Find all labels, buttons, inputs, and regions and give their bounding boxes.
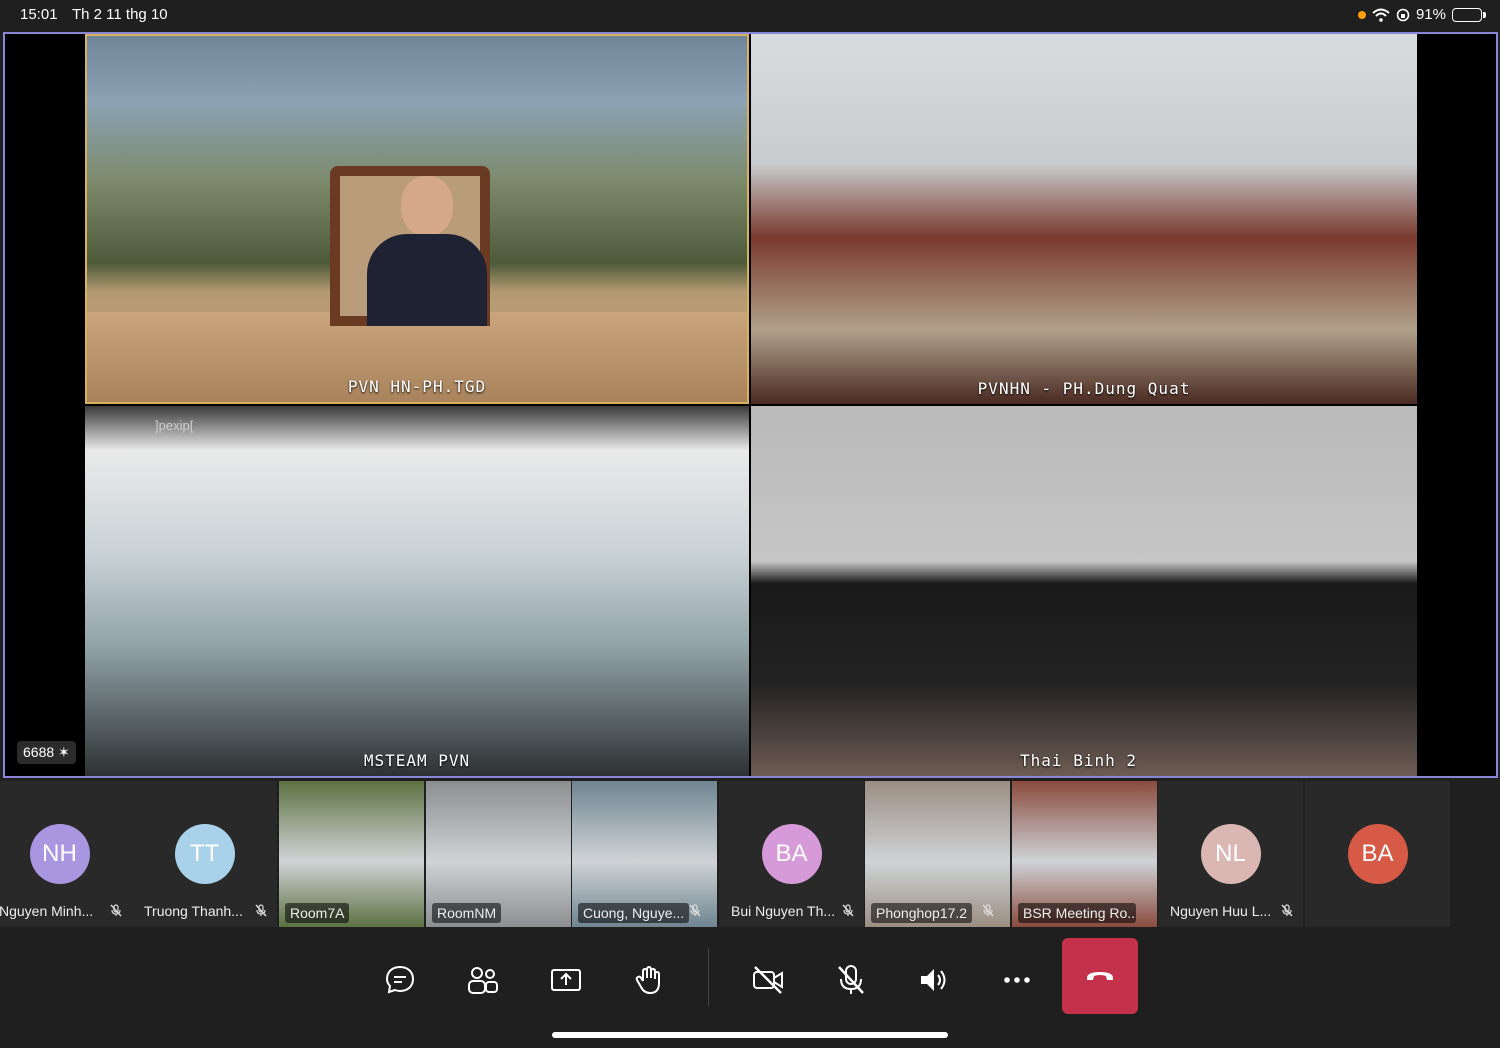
call-toolbar bbox=[0, 930, 1500, 1048]
video-tile-dung-quat[interactable]: PVNHN - PH.Dung Quat bbox=[751, 34, 1417, 404]
participant-name: Cuong, Nguye... bbox=[578, 903, 690, 923]
participant-tile[interactable]: NL Nguyen Huu L... bbox=[1158, 781, 1303, 927]
status-bar: 15:01 Th 2 11 thg 10 91% bbox=[0, 0, 1500, 30]
participant-name: Bui Nguyen Th... bbox=[731, 903, 836, 919]
recording-dot-icon bbox=[1357, 10, 1366, 19]
more-options-button[interactable] bbox=[993, 956, 1041, 1004]
tile-label: Thai Binh 2 bbox=[1020, 751, 1137, 770]
participant-tile[interactable]: NH Nguyen Minh... bbox=[0, 781, 132, 927]
wifi-icon bbox=[1372, 8, 1390, 22]
pin-icon: ✶ bbox=[58, 744, 70, 760]
video-tile-pvn-hn[interactable]: PVN HN-PH.TGD bbox=[85, 34, 749, 404]
speaker-figure bbox=[367, 176, 487, 326]
participants-icon bbox=[468, 967, 498, 994]
video-stage: 16 PVN HN-PH.TGD PVNHN - PH.Dung Quat ]p… bbox=[3, 32, 1498, 778]
raise-hand-icon bbox=[635, 965, 660, 995]
participants-button[interactable] bbox=[459, 956, 507, 1004]
muted-mic-icon bbox=[842, 904, 854, 917]
participant-tile[interactable]: BSR Meeting Ro... bbox=[1012, 781, 1157, 927]
speaker-icon bbox=[921, 969, 946, 991]
participant-avatar: TT bbox=[174, 824, 235, 884]
participant-avatar: NH bbox=[29, 824, 90, 884]
hang-up-button[interactable] bbox=[1062, 938, 1138, 1014]
pinned-badge[interactable]: 6688 ✶ bbox=[17, 741, 76, 764]
status-right: 91% bbox=[1357, 6, 1486, 23]
more-icon bbox=[1004, 977, 1030, 983]
participant-strip: NH Nguyen Minh... TT Truong Thanh... Room7A R… bbox=[0, 781, 1500, 927]
participant-tile[interactable]: TT Truong Thanh... bbox=[132, 781, 277, 927]
speaker-button[interactable] bbox=[910, 956, 958, 1004]
participant-avatar: BA bbox=[761, 824, 822, 884]
muted-mic-icon bbox=[689, 904, 701, 917]
participant-tile[interactable]: Room7A bbox=[279, 781, 424, 927]
muted-mic-icon bbox=[1281, 904, 1293, 917]
status-time: 15:01 bbox=[20, 6, 58, 23]
battery-percent: 91% bbox=[1415, 6, 1446, 23]
participant-avatar: NL bbox=[1200, 824, 1261, 884]
participant-tile[interactable]: Phonghop17.2 bbox=[865, 781, 1010, 927]
participant-name: Truong Thanh... bbox=[144, 903, 243, 919]
home-indicator[interactable] bbox=[552, 1032, 948, 1038]
tile-label: MSTEAM PVN bbox=[363, 751, 471, 770]
raise-hand-button[interactable] bbox=[625, 956, 673, 1004]
participant-tile[interactable]: BA bbox=[1305, 781, 1450, 927]
hang-up-icon bbox=[1087, 972, 1113, 980]
tile-label: PVN HN-PH.TGD bbox=[347, 377, 487, 396]
battery-icon bbox=[1452, 7, 1486, 22]
muted-mic-icon bbox=[110, 904, 122, 917]
video-tile-msteam[interactable]: ]pexip[ MSTEAM PVN bbox=[85, 406, 749, 776]
muted-mic-icon bbox=[255, 904, 267, 917]
chat-button[interactable] bbox=[376, 956, 424, 1004]
participant-name: Nguyen Huu L... bbox=[1170, 903, 1272, 919]
participant-name: Phonghop17.2 bbox=[871, 903, 973, 923]
camera-off-icon bbox=[753, 966, 783, 994]
participant-name: Room7A bbox=[285, 903, 350, 923]
pin-label: 6688 bbox=[23, 744, 55, 760]
share-screen-button[interactable] bbox=[542, 956, 590, 1004]
participant-avatar: BA bbox=[1347, 824, 1408, 884]
toolbar-separator bbox=[708, 948, 709, 1006]
participant-tile[interactable]: BA Bui Nguyen Th... bbox=[719, 781, 864, 927]
participant-tile[interactable]: RoomNM bbox=[426, 781, 571, 927]
pexip-watermark: ]pexip[ bbox=[155, 418, 194, 433]
orientation-lock-icon bbox=[1396, 8, 1410, 21]
share-icon bbox=[551, 969, 581, 991]
mic-off-icon bbox=[838, 965, 864, 994]
chat-icon bbox=[385, 965, 415, 994]
status-date: Th 2 11 thg 10 bbox=[72, 6, 168, 23]
participant-name: Nguyen Minh... bbox=[0, 903, 94, 919]
video-tile-thai-binh[interactable]: Thai Binh 2 bbox=[751, 406, 1417, 776]
participant-tile[interactable]: Cuong, Nguye... bbox=[572, 781, 717, 927]
participant-name: RoomNM bbox=[432, 903, 502, 923]
muted-mic-icon bbox=[982, 904, 994, 917]
participant-name: BSR Meeting Ro... bbox=[1018, 903, 1136, 923]
tile-label: PVNHN - PH.Dung Quat bbox=[977, 379, 1191, 398]
camera-toggle-button[interactable] bbox=[744, 956, 792, 1004]
mic-toggle-button[interactable] bbox=[827, 956, 875, 1004]
